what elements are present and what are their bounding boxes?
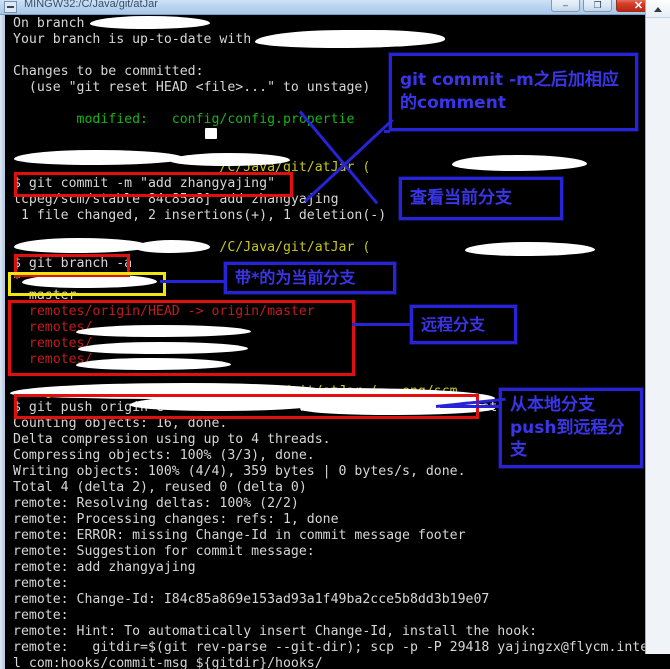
terminal-line: remote: Processing changes: refs: 1, don… [13,512,339,527]
highlight-box-push-command [14,394,479,419]
terminal-line: l com:hooks/commit-msg ${gitdir}/hooks/ [13,656,323,669]
terminal-line: Delta compression using up to 4 threads. [13,432,331,447]
terminal-line: remote: ERROR: missing Change-Id in comm… [13,528,466,543]
redaction-smear [205,128,217,139]
minimize-button[interactable]: – [551,0,580,12]
annotation-commit-note-text: git commit -m之后加相应的comment [400,70,619,113]
redaction-smear [14,238,149,253]
terminal-line: (use "git reset HEAD <file>..." to unsta… [13,80,371,95]
terminal-line: remote: add zhangyajing [13,560,196,575]
redaction-smear [135,240,210,253]
annotation-remote-branch-note-text: 远程分支 [421,314,486,334]
highlight-box-commit-command [14,172,293,197]
window-titlebar[interactable]: MINGW32:/C/Java/git/atJar – ❐ ✕ [0,0,670,15]
highlight-box-current-branch [8,272,166,296]
terminal-line: Changes to be committed: [13,64,204,79]
terminal-line: remote: gitdir=$(git rev-parse --git-dir… [13,640,649,655]
redaction-smear [170,153,290,166]
terminal-line: 1 file changed, 2 insertions(+), 1 delet… [13,208,387,223]
terminal-line: remote: Hint: To automatically insert Ch… [13,624,538,639]
vertical-scrollbar[interactable] [645,0,670,654]
window-title: MINGW32:/C/Java/git/atJar [24,0,158,10]
maximize-icon: ❐ [593,0,602,10]
scroll-up-arrow-icon[interactable] [646,0,670,18]
terminal-line: Your branch is up-to-date with [13,32,260,47]
terminal-line: Compressing objects: 100% (3/3), done. [13,448,315,463]
terminal-line: Total 4 (delta 2), reused 0 (delta 0) [13,480,307,495]
annotation-branch-note-text: 查看当前分支 [410,188,512,209]
redaction-smear [14,150,184,165]
redaction-smear [90,16,210,29]
terminal-line: remote: Change-Id: I84c85a869e153ad93a1f… [13,592,490,607]
terminal-line: remote: [13,576,69,591]
terminal-line: remote: Resolving deltas: 100% (2/2) [13,496,299,511]
annotation-push-note: 从本地分支push到远程分支 [499,388,643,468]
terminal-line: On branch [13,16,93,31]
annotation-current-branch-note-text: 带*的为当前分支 [235,268,356,288]
terminal-line: remote: [13,608,69,623]
minimize-icon: – [562,0,568,10]
maximize-button[interactable]: ❐ [583,0,612,12]
annotation-remote-branch-note: 远程分支 [410,305,517,344]
redaction-smear [465,242,595,256]
annotation-push-note-text: 从本地分支push到远程分支 [510,394,625,461]
screenshot-root: MINGW32:/C/Java/git/atJar – ❐ ✕ On branc… [0,0,670,669]
connector-line-remote-branch [352,323,412,326]
connector-line-commit-join [384,130,390,133]
terminal-line: Writing objects: 100% (4/4), 359 bytes |… [13,464,466,479]
redaction-smear [452,155,587,171]
annotation-current-branch-note: 带*的为当前分支 [224,262,396,294]
connector-line-current-branch [160,280,226,283]
system-menu-icon[interactable] [4,1,17,13]
highlight-box-remote-branches [8,300,355,376]
annotation-branch-note: 查看当前分支 [399,177,563,220]
terminal-line: remote: Suggestion for commit message: [13,544,315,559]
annotation-commit-note: git commit -m之后加相应的comment [389,53,638,131]
